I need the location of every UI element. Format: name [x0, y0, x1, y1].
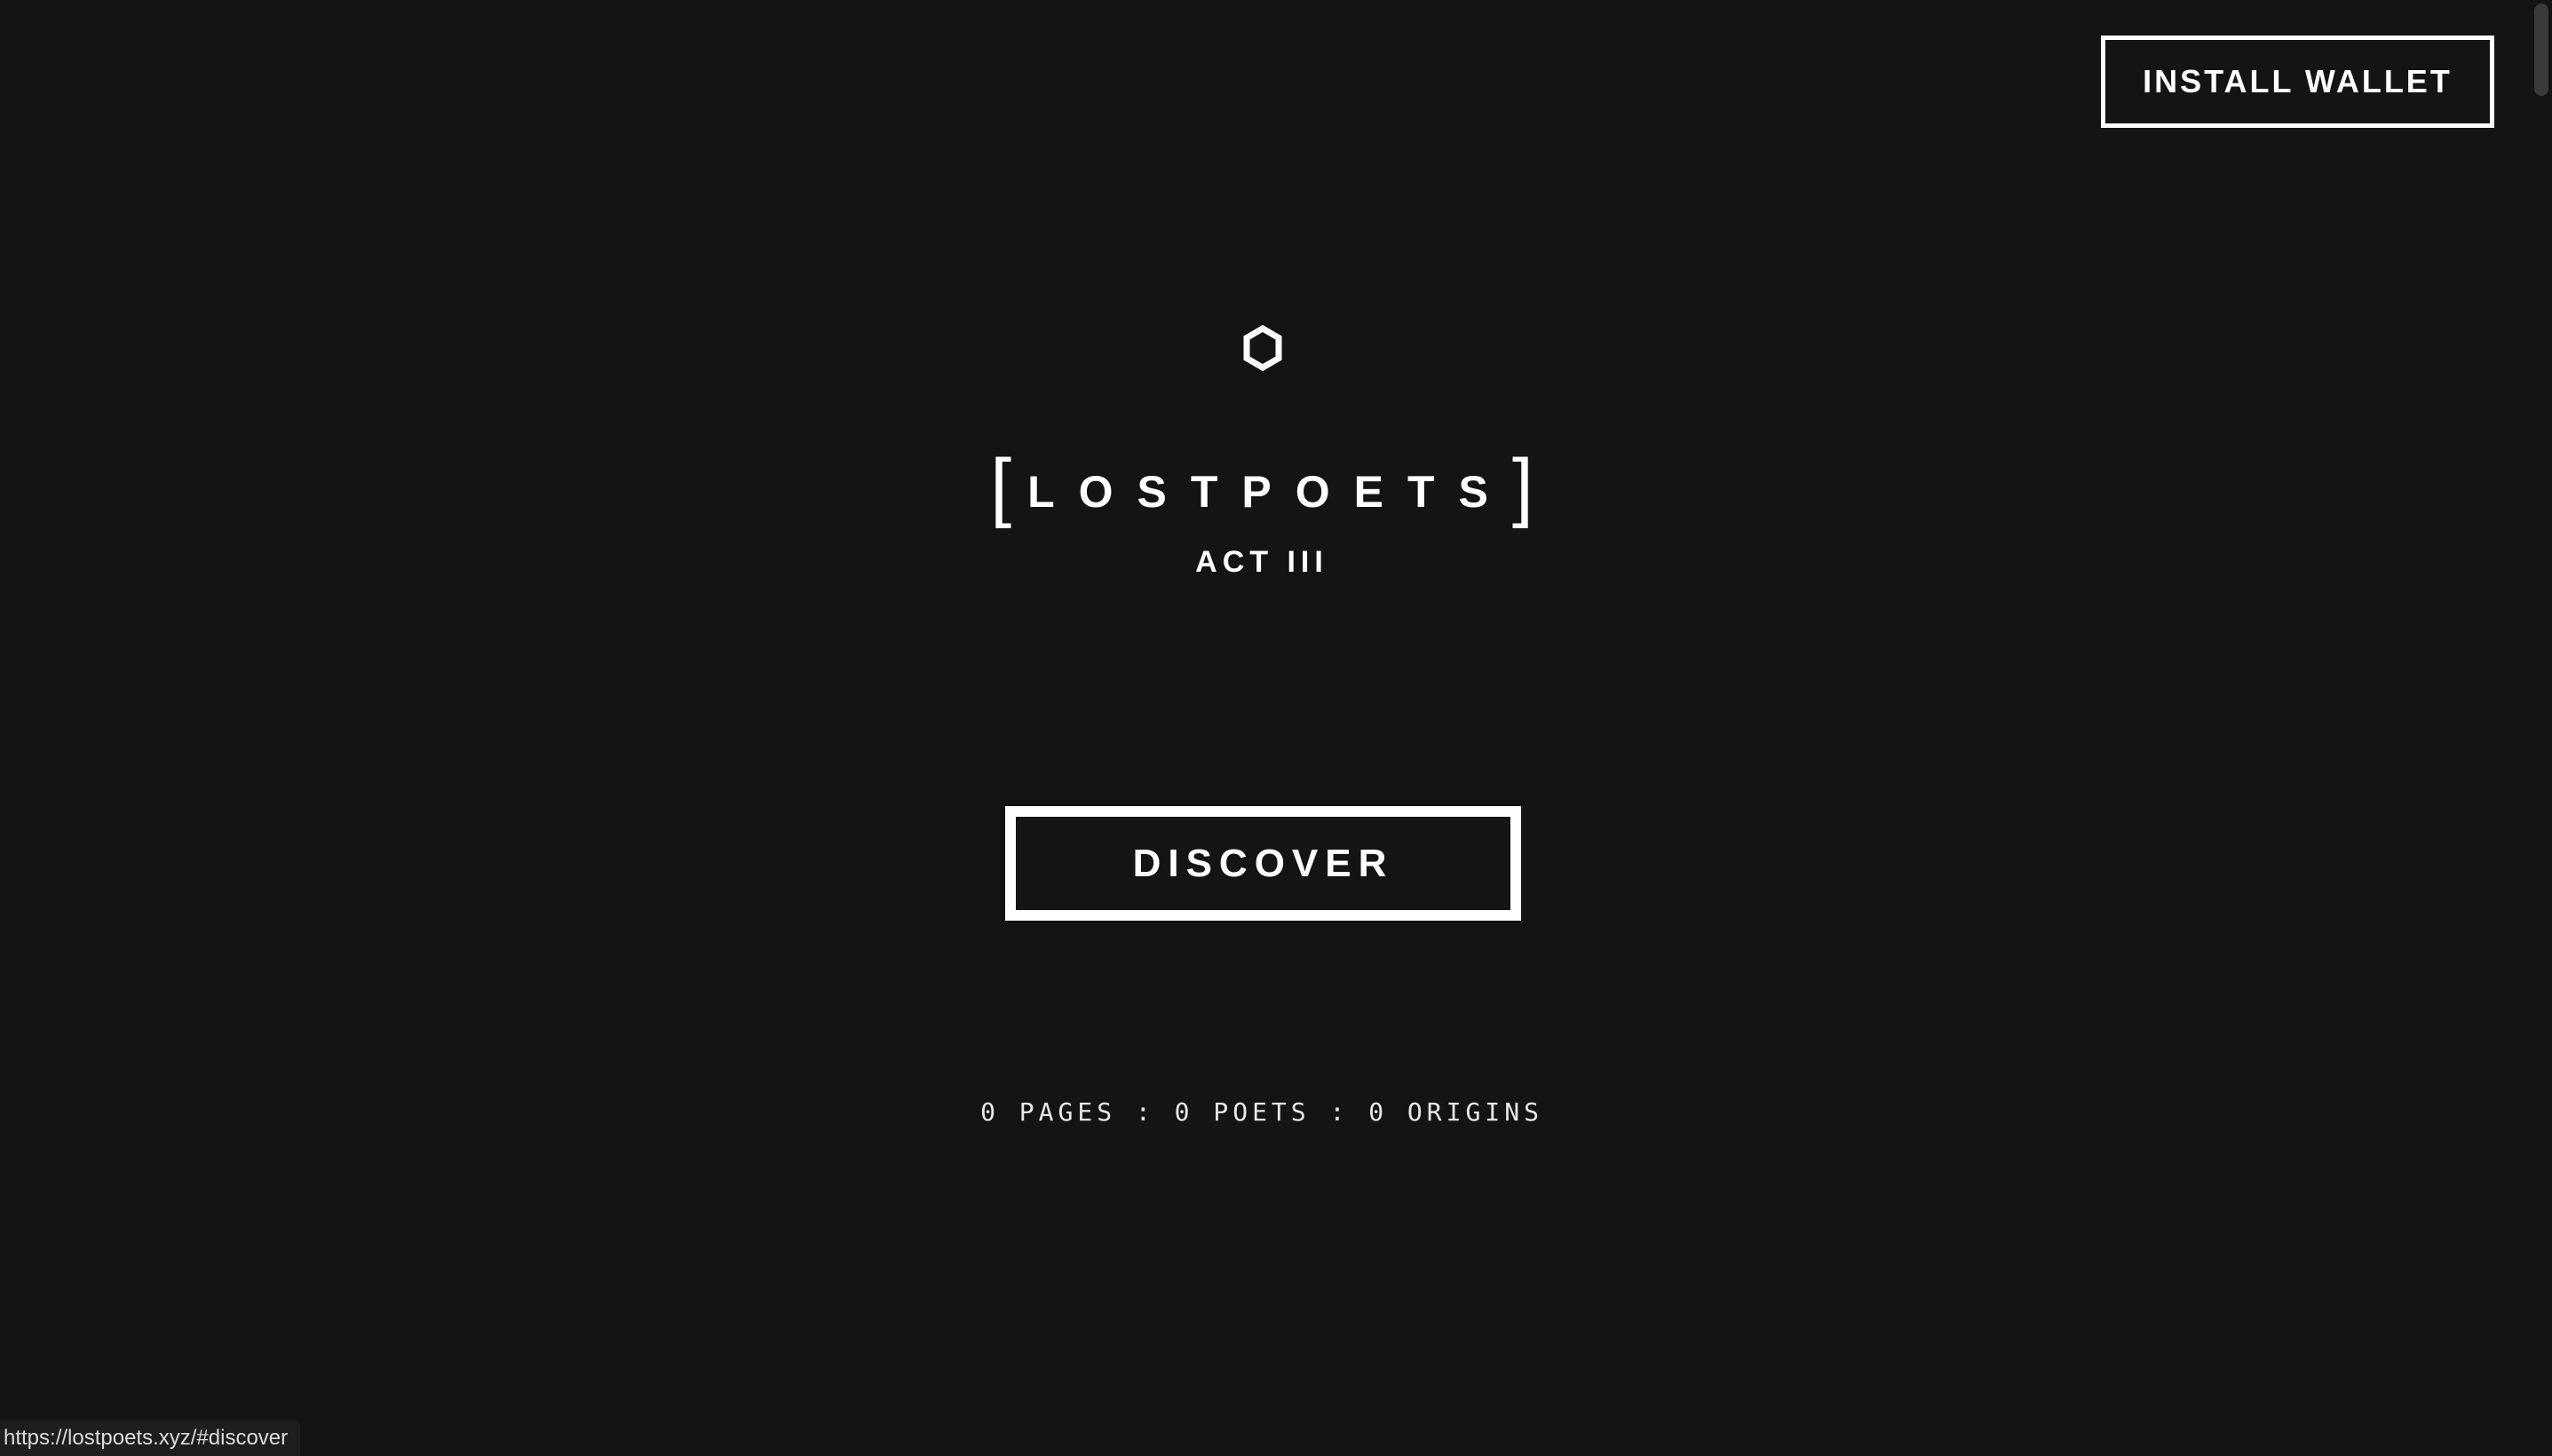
scrollbar-thumb[interactable] [2534, 4, 2548, 96]
hexagon-icon [1243, 325, 1282, 371]
page-title: [LOSTPOETS] [0, 448, 2524, 529]
stats-counter: 0 PAGES : 0 POETS : 0 ORIGINS [980, 1097, 1543, 1127]
page: INSTALL WALLET [LOSTPOETS] ACT III DISCO… [0, 0, 2552, 1456]
discover-button[interactable]: DISCOVER [1005, 806, 1521, 921]
status-bar-url: https://lostpoets.xyz/#discover [0, 1420, 301, 1456]
title-name: LOSTPOETS [1027, 466, 1512, 517]
page-subtitle: ACT III [1195, 545, 1328, 579]
title-bracket-open: [ [990, 443, 1012, 529]
install-wallet-button[interactable]: INSTALL WALLET [2101, 36, 2494, 128]
scrollbar[interactable] [2531, 0, 2552, 1456]
title-bracket-close: ] [1511, 443, 1534, 529]
